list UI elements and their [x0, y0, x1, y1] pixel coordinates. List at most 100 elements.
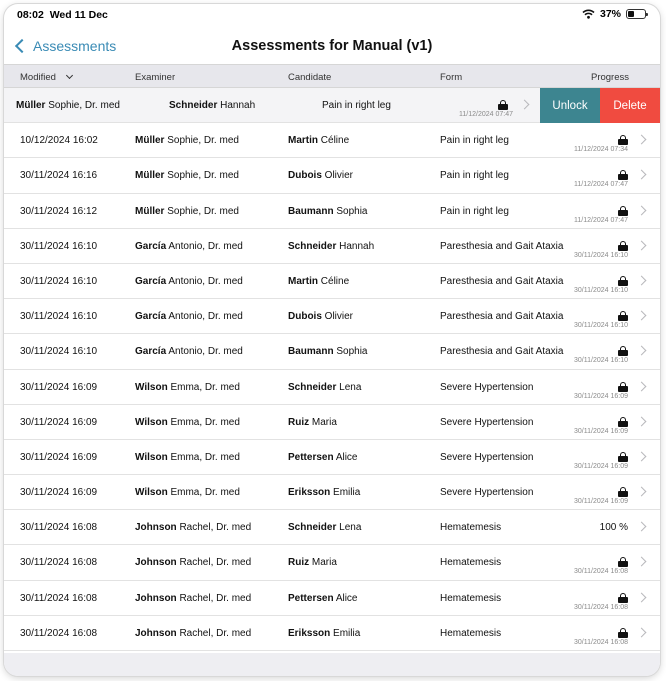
cell-examiner: Wilson Emma, Dr. med	[135, 382, 240, 393]
candidate-last-name: Baumann	[288, 205, 334, 217]
chevron-right-icon	[636, 486, 647, 497]
cell-candidate: Schneider Hannah	[169, 100, 255, 111]
candidate-last-name: Schneider	[169, 100, 218, 111]
examiner-last-name: García	[135, 240, 167, 252]
candidate-last-name: Schneider	[288, 240, 337, 252]
column-header-modified[interactable]: Modified	[20, 71, 73, 83]
examiner-last-name: Wilson	[135, 487, 168, 499]
cell-modified: 30/11/2024 16:10	[20, 346, 98, 358]
lock-icon	[618, 416, 628, 427]
examiner-last-name: Müller	[135, 135, 165, 147]
candidate-first-name: Céline	[320, 275, 350, 287]
table-row[interactable]: 30/11/2024 16:09 Wilson Emma, Dr. med Pe…	[4, 439, 660, 476]
locked-timestamp: 30/11/2024 16:10	[574, 251, 628, 259]
candidate-last-name: Eriksson	[288, 627, 331, 639]
cell-examiner: Müller Sophie, Dr. med	[135, 206, 239, 217]
assessments-table: Müller Sophie, Dr. med Schneider Hannah …	[4, 88, 660, 651]
column-header-examiner[interactable]: Examiner	[135, 72, 175, 83]
table-row[interactable]: 30/11/2024 16:12 Müller Sophie, Dr. med …	[4, 193, 660, 229]
column-header-form[interactable]: Form	[440, 72, 462, 83]
chevron-right-icon	[519, 99, 530, 110]
battery-icon	[626, 9, 648, 19]
cell-candidate: Pettersen Alice	[288, 452, 358, 463]
candidate-first-name: Lena	[339, 381, 362, 393]
table-row[interactable]: 30/11/2024 16:08 Johnson Rachel, Dr. med…	[4, 545, 660, 581]
cell-candidate: Baumann Sophia	[288, 206, 367, 217]
lock-icon	[618, 346, 628, 357]
lock-icon	[618, 135, 628, 146]
table-row[interactable]: 30/11/2024 16:08 Johnson Rachel, Dr. med…	[4, 510, 660, 546]
cell-modified: 10/12/2024 16:02	[20, 135, 98, 147]
lock-icon	[618, 381, 628, 392]
table-row[interactable]: 30/11/2024 16:10 García Antonio, Dr. med…	[4, 299, 660, 335]
back-button[interactable]: Assessments	[14, 38, 116, 54]
examiner-first-name: Emma, Dr. med	[170, 487, 240, 499]
table-row[interactable]: 30/11/2024 16:08 Johnson Rachel, Dr. med…	[4, 580, 660, 616]
lock-icon	[618, 451, 628, 462]
examiner-first-name: Sophie, Dr. med	[167, 170, 239, 182]
table-row-swiped[interactable]: Müller Sophie, Dr. med Schneider Hannah …	[4, 88, 660, 124]
locked-timestamp: 11/12/2024 07:34	[574, 146, 628, 154]
table-row[interactable]: 30/11/2024 16:10 García Antonio, Dr. med…	[4, 334, 660, 370]
cell-form: Severe Hypertension	[440, 381, 534, 393]
column-header-candidate[interactable]: Candidate	[288, 72, 331, 83]
locked-timestamp: 30/11/2024 16:08	[574, 603, 628, 611]
column-header-progress[interactable]: Progress	[591, 72, 629, 83]
cell-form: Paresthesia and Gait Ataxia	[440, 311, 564, 323]
candidate-last-name: Ruiz	[288, 416, 310, 428]
status-indicators: 37%	[582, 8, 648, 20]
cell-candidate: Martin Céline	[288, 135, 349, 146]
cell-modified: 30/11/2024 16:10	[20, 311, 98, 323]
table-row[interactable]: 30/11/2024 16:08 Johnson Rachel, Dr. med…	[4, 615, 660, 651]
candidate-first-name: Céline	[320, 135, 350, 147]
examiner-first-name: Antonio, Dr. med	[168, 346, 243, 358]
cell-form: Hematemesis	[440, 522, 502, 534]
cell-candidate: Dubois Olivier	[288, 170, 353, 181]
table-row[interactable]: 30/11/2024 16:10 García Antonio, Dr. med…	[4, 228, 660, 264]
cell-examiner: Johnson Rachel, Dr. med	[135, 522, 251, 533]
chevron-right-icon	[636, 275, 647, 286]
locked-timestamp: 30/11/2024 16:08	[574, 568, 628, 576]
lock-icon	[618, 627, 628, 638]
candidate-last-name: Martin	[288, 135, 318, 147]
table-row[interactable]: 30/11/2024 16:09 Wilson Emma, Dr. med Er…	[4, 475, 660, 511]
table-row[interactable]: 30/11/2024 16:09 Wilson Emma, Dr. med Ru…	[4, 404, 660, 440]
lock-icon	[618, 557, 628, 568]
cell-modified: 30/11/2024 16:08	[20, 592, 98, 604]
cell-modified: 30/11/2024 16:09	[20, 416, 98, 428]
lock-icon	[618, 205, 628, 216]
table-row[interactable]: 10/12/2024 16:02 Müller Sophie, Dr. med …	[4, 123, 660, 159]
cell-form: Pain in right leg	[440, 170, 509, 182]
cell-form: Hematemesis	[440, 557, 502, 569]
locked-timestamp: 30/11/2024 16:09	[574, 498, 628, 506]
cell-modified: 30/11/2024 16:09	[20, 381, 98, 393]
chevron-right-icon	[636, 627, 647, 638]
chevron-right-icon	[636, 240, 647, 251]
cell-candidate: Schneider Lena	[288, 522, 361, 533]
delete-button[interactable]: Delete	[600, 88, 660, 123]
cell-examiner: Wilson Emma, Dr. med	[135, 487, 240, 498]
candidate-last-name: Ruiz	[288, 557, 310, 569]
table-row[interactable]: 30/11/2024 16:10 García Antonio, Dr. med…	[4, 263, 660, 300]
cell-form: Pain in right leg	[440, 135, 509, 147]
candidate-first-name: Lena	[339, 522, 362, 534]
cell-examiner: Johnson Rachel, Dr. med	[135, 593, 251, 604]
cell-form: Pain in right leg	[322, 100, 391, 111]
chevron-right-icon	[636, 169, 647, 180]
candidate-last-name: Dubois	[288, 311, 322, 323]
table-row[interactable]: 30/11/2024 16:16 Müller Sophie, Dr. med …	[4, 158, 660, 194]
locked-timestamp: 11/12/2024 07:47	[459, 111, 513, 118]
cell-form: Pain in right leg	[440, 205, 509, 217]
cell-examiner: García Antonio, Dr. med	[135, 241, 243, 252]
table-row[interactable]: 30/11/2024 16:09 Wilson Emma, Dr. med Sc…	[4, 369, 660, 405]
cell-candidate: Pettersen Alice	[288, 593, 358, 604]
candidate-first-name: Sophia	[336, 205, 368, 217]
candidate-first-name: Emilia	[333, 627, 361, 639]
unlock-button[interactable]: Unlock	[540, 88, 600, 123]
lock-icon	[618, 592, 628, 603]
progress-value: 100 %	[599, 522, 628, 534]
chevron-right-icon	[636, 451, 647, 462]
back-button-label: Assessments	[33, 38, 117, 54]
cell-examiner: Müller Sophie, Dr. med	[135, 135, 239, 146]
cell-form: Hematemesis	[440, 592, 502, 604]
